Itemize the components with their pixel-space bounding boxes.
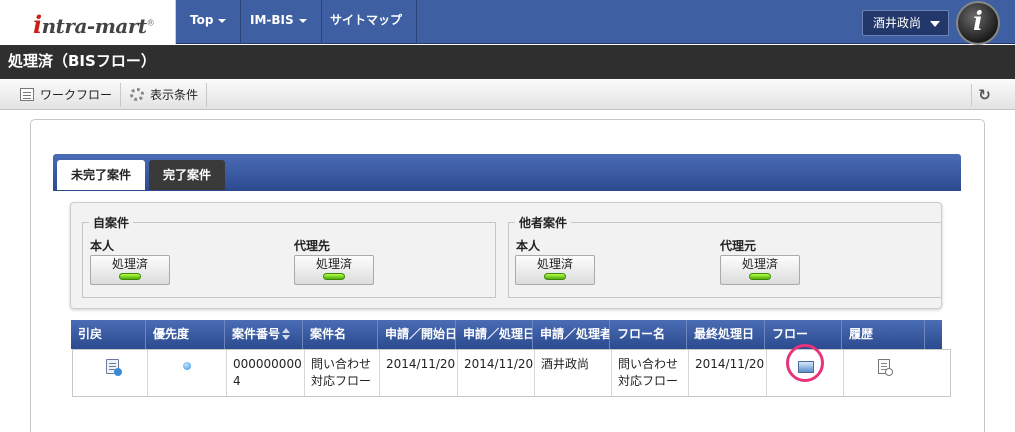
col-case-number[interactable]: 案件番号: [225, 320, 303, 349]
cell-priority: [148, 350, 227, 396]
col-priority: 優先度: [146, 320, 225, 349]
others-self-processed-label: 処理済: [536, 257, 573, 271]
cell-case-number: 000000000 4: [227, 350, 305, 396]
cell-last-date: 2014/11/20: [689, 350, 767, 396]
page-title: 処理済（BISフロー）: [0, 45, 1015, 79]
cell-withdraw: [73, 350, 148, 396]
cell-history: [844, 350, 927, 396]
own-self-processed-button[interactable]: 処理済: [90, 255, 170, 285]
col-history: 履歴: [842, 320, 925, 349]
cell-process-date: 2014/11/20: [458, 350, 535, 396]
refresh-icon[interactable]: ↻: [971, 84, 997, 106]
toolbar: ワークフロー 表示条件 ↻: [0, 80, 1015, 110]
others-self-processed-button[interactable]: 処理済: [515, 255, 595, 285]
nav-im-bis-menu[interactable]: IM-BIS: [236, 0, 322, 44]
others-proxy-processed-label: 処理済: [741, 257, 778, 271]
own-proxy-processed-button[interactable]: 処理済: [294, 255, 374, 285]
nav-top-menu[interactable]: Top: [176, 0, 242, 44]
display-conditions-button[interactable]: 表示条件: [122, 83, 208, 107]
avatar[interactable]: i: [956, 1, 1000, 45]
tab-incomplete-cases[interactable]: 未完了案件: [57, 160, 146, 190]
chevron-down-icon: [930, 21, 940, 27]
withdraw-icon[interactable]: [106, 359, 122, 376]
col-case-name: 案件名: [303, 320, 378, 349]
top-navigation-bar: intra-mart® Top IM-BIS サイトマップ 酒井政尚 i: [0, 0, 1015, 45]
history-icon[interactable]: [878, 359, 893, 376]
user-name: 酒井政尚: [873, 16, 922, 30]
others-proxy-processed-button[interactable]: 処理済: [720, 255, 800, 285]
nav-top-label: Top: [190, 13, 214, 27]
workflow-icon: [20, 88, 34, 101]
gear-icon: [130, 88, 144, 101]
chevron-down-icon: [298, 18, 307, 23]
others-proxy-label: 代理元: [720, 239, 757, 253]
cell-flow-name: 問い合わせ 対応フロー: [612, 350, 689, 396]
chevron-down-icon: [218, 18, 227, 23]
nav-sitemap-label: サイトマップ: [330, 13, 403, 27]
cell-start-date: 2014/11/20: [380, 350, 458, 396]
others-self-label: 本人: [516, 239, 541, 253]
cell-case-name: 問い合わせ 対応フロー: [305, 350, 380, 396]
priority-dot-icon: [183, 362, 191, 370]
own-cases-legend: 自案件: [93, 216, 130, 230]
workflow-label: ワークフロー: [40, 88, 113, 102]
tab-completed-cases[interactable]: 完了案件: [149, 160, 226, 190]
col-start-date: 申請／開始日: [378, 320, 456, 349]
display-conditions-label: 表示条件: [150, 88, 199, 102]
cell-processor: 酒井政尚: [535, 350, 612, 396]
col-process-date: 申請／処理日: [456, 320, 533, 349]
sort-icon[interactable]: [282, 328, 291, 340]
own-proxy-processed-label: 処理済: [315, 257, 352, 271]
own-proxy-label: 代理先: [294, 239, 331, 253]
workflow-button[interactable]: ワークフロー: [12, 83, 122, 107]
col-last-date: 最終処理日: [687, 320, 765, 349]
col-flow-name: フロー名: [610, 320, 687, 349]
status-led-icon: [544, 273, 566, 280]
col-processor: 申請／処理者: [533, 320, 610, 349]
highlight-circle: [786, 344, 824, 382]
status-led-icon: [323, 273, 345, 280]
logo-area[interactable]: intra-mart®: [0, 0, 176, 44]
nav-sitemap-link[interactable]: サイトマップ: [316, 0, 418, 44]
others-cases-legend: 他者案件: [519, 216, 568, 230]
own-self-label: 本人: [90, 239, 115, 253]
col-withdraw: 引戻: [71, 320, 146, 349]
nav-im-bis-label: IM-BIS: [250, 13, 294, 27]
intra-mart-logo: intra-mart®: [33, 10, 155, 39]
own-self-processed-label: 処理済: [111, 257, 148, 271]
status-led-icon: [119, 273, 141, 280]
user-menu-dropdown[interactable]: 酒井政尚: [862, 10, 949, 36]
tab-bar: 未完了案件 完了案件: [53, 154, 961, 191]
status-led-icon: [749, 273, 771, 280]
